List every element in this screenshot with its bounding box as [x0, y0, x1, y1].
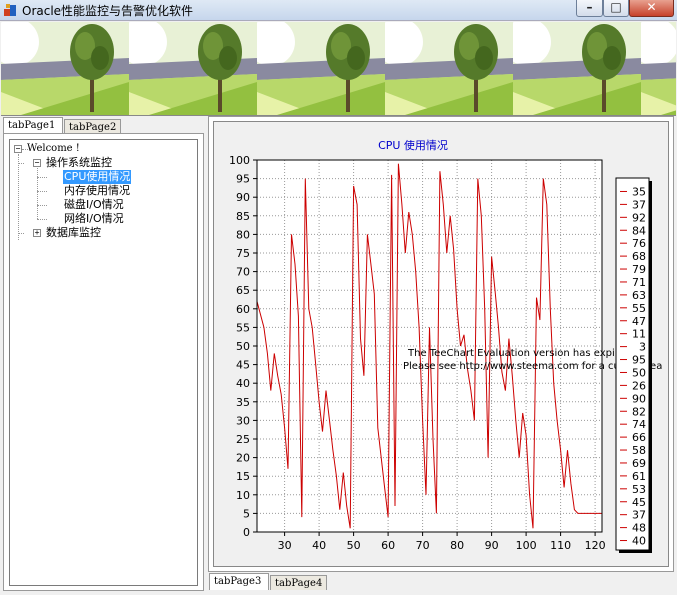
legend-entry: 74: [632, 418, 646, 431]
legend-entry: 61: [632, 470, 646, 483]
y-tick-label: 100: [229, 154, 250, 167]
legend-entry: 90: [632, 392, 646, 405]
tree-line: [18, 154, 19, 240]
app-icon: [4, 4, 16, 16]
y-tick-label: 95: [236, 173, 250, 186]
x-tick-label: 110: [550, 539, 571, 552]
legend-entry: 47: [632, 315, 646, 328]
y-tick-label: 50: [236, 340, 250, 353]
x-tick-label: 50: [347, 539, 361, 552]
chart-title: CPU 使用情况: [378, 139, 448, 152]
window-title: Oracle性能监控与告警优化软件: [22, 4, 194, 18]
y-tick-label: 65: [236, 284, 250, 297]
legend-entry: 40: [632, 535, 646, 548]
x-tick-label: 30: [278, 539, 292, 552]
legend-entry: 26: [632, 379, 646, 392]
x-tick-label: 40: [312, 539, 326, 552]
y-tick-label: 35: [236, 396, 250, 409]
legend-entry: 3: [639, 341, 646, 354]
legend-entry: 50: [632, 366, 646, 379]
x-tick-label: 70: [416, 539, 430, 552]
tab-page-2[interactable]: tabPage2: [64, 119, 121, 134]
y-tick-label: 20: [236, 452, 250, 465]
y-tick-label: 70: [236, 266, 250, 279]
minimize-icon: –: [586, 0, 593, 14]
x-tick-label: 100: [516, 539, 537, 552]
y-tick-label: 80: [236, 228, 250, 241]
tree-line: [37, 205, 47, 206]
chart-frame: CPU 使用情况 0 5 10 15 20 25 30 35 40 45 50 55 60 65 70 75 8…: [213, 121, 669, 567]
legend-entry: 92: [632, 211, 646, 224]
y-tick-label: 5: [243, 507, 250, 520]
tab-page-3[interactable]: tabPage3: [209, 573, 269, 590]
watermark-line-1: The TeeChart Evaluation version has expi…: [407, 348, 634, 359]
y-tick-label: 45: [236, 359, 250, 372]
tree-line: [37, 219, 47, 220]
tree-node-memory[interactable]: 内存使用情况: [64, 184, 130, 198]
legend-entry: 58: [632, 444, 646, 457]
y-tick-label: 75: [236, 247, 250, 260]
x-tick-label: 60: [381, 539, 395, 552]
legend-entry: 55: [632, 302, 646, 315]
y-tick-label: 15: [236, 470, 250, 483]
tree-node-root[interactable]: Welcome !: [27, 142, 80, 156]
banner-image: [1, 22, 676, 116]
legend-entry: 82: [632, 405, 646, 418]
close-button[interactable]: ✕: [629, 0, 674, 17]
tab-page-4[interactable]: tabPage4: [270, 575, 327, 590]
legend-entry: 11: [632, 328, 646, 341]
legend-entry: 84: [632, 224, 646, 237]
tab-page-1[interactable]: tabPage1: [3, 117, 63, 134]
tree-line: [37, 168, 38, 219]
legend-entry: 37: [632, 509, 646, 522]
tree-node-disk-io[interactable]: 磁盘I/O情况: [64, 198, 124, 212]
x-tick-label: 80: [450, 539, 464, 552]
tree-line: [37, 191, 47, 192]
legend-entry: 63: [632, 289, 646, 302]
legend-entry: 68: [632, 250, 646, 263]
y-tick-label: 25: [236, 433, 250, 446]
navigation-tree[interactable]: − Welcome ! − 操作系统监控 CPU使用情况 内存使用情况 磁盘I/…: [9, 139, 198, 586]
minimize-button[interactable]: –: [576, 0, 603, 17]
expand-toggle-db[interactable]: +: [33, 229, 41, 237]
legend-entry: 45: [632, 496, 646, 509]
legend-entry: 71: [632, 276, 646, 289]
x-tick-label: 90: [485, 539, 499, 552]
tree-node-network-io[interactable]: 网络I/O情况: [64, 212, 124, 226]
title-bar: Oracle性能监控与告警优化软件 – □ ✕: [0, 0, 677, 21]
tree-line: [18, 163, 24, 164]
y-tick-label: 60: [236, 303, 250, 316]
tree-node-os-monitor[interactable]: 操作系统监控: [46, 156, 112, 170]
legend-entry: 69: [632, 457, 646, 470]
y-tick-label: 0: [243, 526, 250, 539]
tree-node-db-monitor[interactable]: 数据库监控: [46, 226, 101, 240]
y-tick-label: 30: [236, 414, 250, 427]
tree-line: [37, 177, 47, 178]
tree-node-cpu[interactable]: CPU使用情况: [63, 170, 132, 184]
close-icon: ✕: [646, 0, 657, 14]
left-panel: − Welcome ! − 操作系统监控 CPU使用情况 内存使用情况 磁盘I/…: [3, 133, 204, 591]
maximize-icon: □: [610, 0, 622, 14]
legend-entry: 95: [632, 354, 646, 367]
legend-entry: 37: [632, 198, 646, 211]
y-tick-label: 40: [236, 377, 250, 390]
y-tick-label: 55: [236, 321, 250, 334]
legend: 3537928476687971635547113955026908274665…: [615, 177, 652, 553]
x-tick-label: 120: [585, 539, 606, 552]
y-tick-label: 85: [236, 210, 250, 223]
y-tick-label: 10: [236, 489, 250, 502]
legend-entry: 76: [632, 237, 646, 250]
cpu-chart: CPU 使用情况 0 5 10 15 20 25 30 35 40 45 50 55 60 65 70 75 8…: [229, 139, 662, 553]
legend-entry: 66: [632, 431, 646, 444]
legend-entry: 53: [632, 483, 646, 496]
y-tick-label: 90: [236, 191, 250, 204]
legend-entry: 79: [632, 263, 646, 276]
collapse-toggle-root[interactable]: −: [14, 145, 22, 153]
maximize-button[interactable]: □: [603, 0, 629, 17]
collapse-toggle-os[interactable]: −: [33, 159, 41, 167]
tree-line: [18, 233, 24, 234]
legend-entry: 48: [632, 522, 646, 535]
legend-entry: 35: [632, 185, 646, 198]
